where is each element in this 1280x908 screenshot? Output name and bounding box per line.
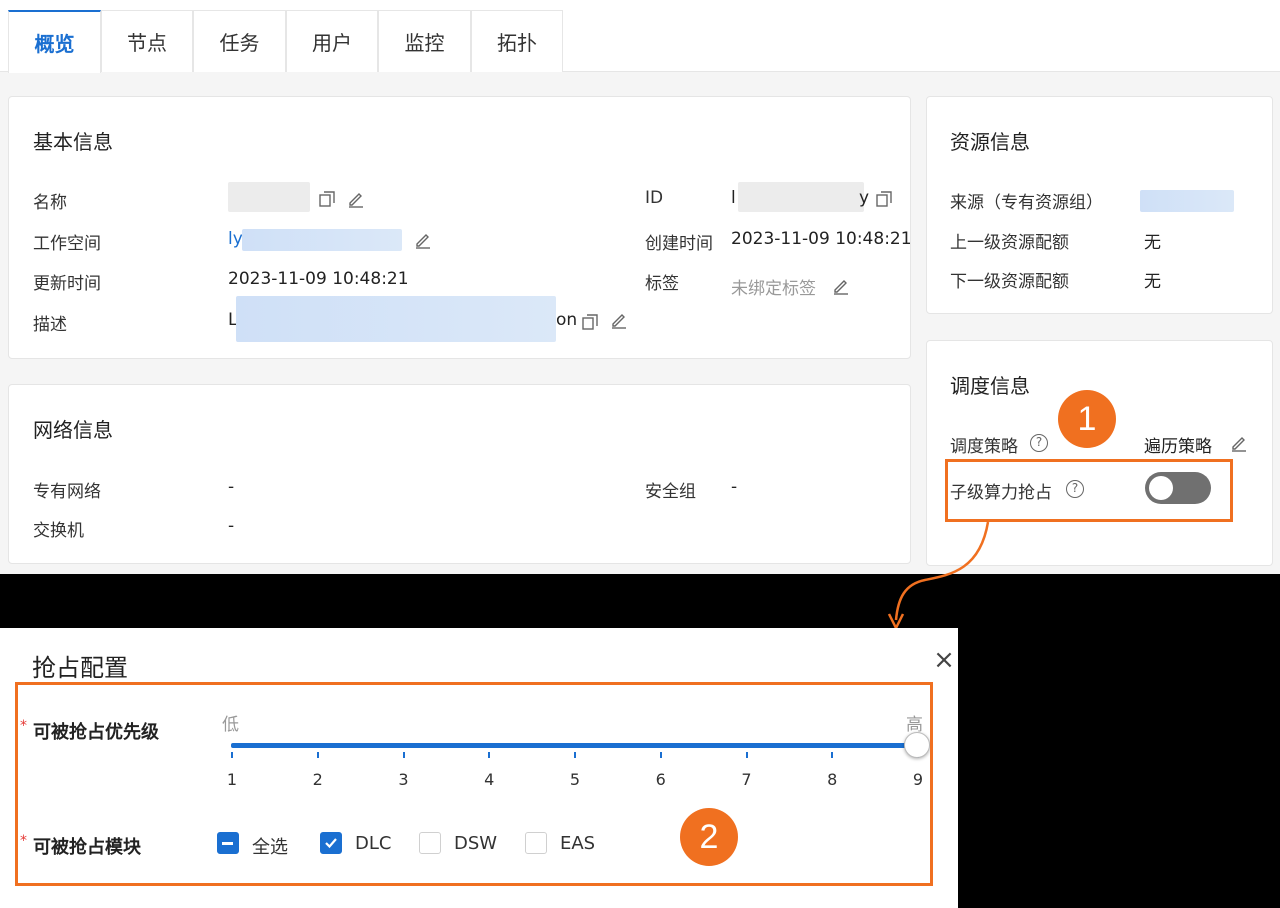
updated-label: 更新时间 xyxy=(33,274,101,294)
created-label: 创建时间 xyxy=(645,234,713,254)
tab-nodes[interactable]: 节点 xyxy=(101,10,193,72)
switch-value: - xyxy=(228,516,235,536)
security-group-value: - xyxy=(731,477,738,497)
workspace-overview-panel: 概览 节点 任务 用户 监控 拓扑 基本信息 名称 工作空间 ly 更新时间 2… xyxy=(0,0,1280,574)
copy-icon[interactable] xyxy=(581,313,599,331)
edit-icon[interactable] xyxy=(1230,434,1248,452)
policy-label: 调度策略 xyxy=(950,437,1018,457)
vpc-label: 专有网络 xyxy=(33,482,101,502)
step-badge-1: 1 xyxy=(1058,390,1116,448)
child-quota-label: 下一级资源配额 xyxy=(950,272,1069,292)
id-value-prefix: l xyxy=(731,188,736,208)
highlight-box-1 xyxy=(945,459,1233,522)
help-icon[interactable]: ? xyxy=(1030,434,1048,452)
desc-value-suffix: on xyxy=(556,310,578,330)
network-info-title: 网络信息 xyxy=(33,418,113,442)
desc-label: 描述 xyxy=(33,315,67,335)
tags-label: 标签 xyxy=(645,274,679,294)
tab-monitor[interactable]: 监控 xyxy=(378,10,471,72)
dialog-title: 抢占配置 xyxy=(32,654,128,682)
source-value-redacted xyxy=(1140,190,1234,212)
schedule-info-title: 调度信息 xyxy=(950,374,1030,398)
source-label: 来源（专有资源组） xyxy=(950,193,1103,213)
id-label: ID xyxy=(645,188,664,208)
tab-topology[interactable]: 拓扑 xyxy=(471,10,563,72)
id-value-suffix: y xyxy=(859,188,870,208)
name-label: 名称 xyxy=(33,193,67,213)
edit-icon[interactable] xyxy=(832,277,850,295)
security-group-label: 安全组 xyxy=(645,482,696,502)
network-info-card xyxy=(8,384,911,564)
highlight-box-2 xyxy=(15,682,933,886)
created-value: 2023-11-09 10:48:21 xyxy=(731,229,912,249)
switch-label: 交换机 xyxy=(33,521,84,541)
basic-info-title: 基本信息 xyxy=(33,130,113,154)
vpc-value: - xyxy=(228,477,235,497)
close-icon[interactable]: × xyxy=(932,647,956,673)
desc-value-redacted xyxy=(236,296,556,342)
parent-quota-value: 无 xyxy=(1144,233,1161,253)
updated-value: 2023-11-09 10:48:21 xyxy=(228,269,409,289)
edit-icon[interactable] xyxy=(347,190,365,208)
connector-arrow xyxy=(887,521,990,631)
step-badge-2: 2 xyxy=(680,808,738,866)
tab-users[interactable]: 用户 xyxy=(286,10,378,72)
parent-quota-label: 上一级资源配额 xyxy=(950,233,1069,253)
workspace-link[interactable]: ly xyxy=(228,229,243,249)
workspace-label: 工作空间 xyxy=(33,234,101,254)
tab-bar: 概览 节点 任务 用户 监控 拓扑 xyxy=(0,0,1280,73)
child-quota-value: 无 xyxy=(1144,272,1161,292)
policy-value: 遍历策略 xyxy=(1144,437,1212,457)
edit-icon[interactable] xyxy=(610,311,628,329)
workspace-value-redacted xyxy=(242,229,402,251)
tab-overview[interactable]: 概览 xyxy=(8,10,101,73)
id-value-redacted xyxy=(738,182,864,212)
edit-icon[interactable] xyxy=(414,231,432,249)
tags-value: 未绑定标签 xyxy=(731,279,816,299)
resource-info-title: 资源信息 xyxy=(950,130,1030,154)
copy-icon[interactable] xyxy=(875,190,893,208)
copy-icon[interactable] xyxy=(318,190,336,208)
name-value-redacted xyxy=(228,182,310,212)
tab-tasks[interactable]: 任务 xyxy=(193,10,286,72)
